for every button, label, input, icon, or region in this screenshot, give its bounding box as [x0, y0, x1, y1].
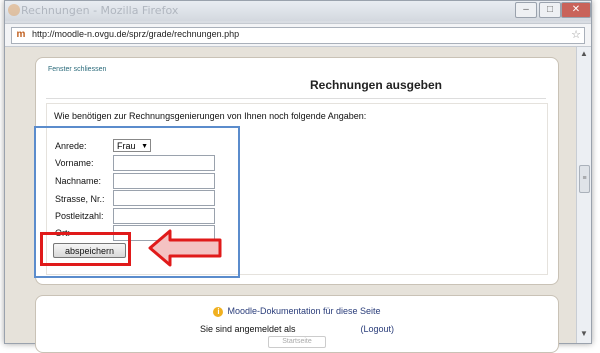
moodle-site-icon: m — [16, 29, 26, 40]
vertical-scrollbar[interactable]: ▲ ≡ ▼ — [576, 47, 591, 343]
scroll-down-icon[interactable]: ▼ — [577, 329, 591, 341]
close-button[interactable]: ✕ — [561, 2, 591, 18]
plz-field[interactable] — [113, 208, 215, 224]
moodle-docs-link[interactable]: Moodle-Dokumentation für diese Seite — [227, 306, 380, 316]
page-title: Rechnungen ausgeben — [309, 78, 443, 92]
anrede-select-value: Frau — [117, 141, 136, 151]
home-button[interactable]: Startseite — [268, 336, 326, 348]
scroll-thumb[interactable]: ≡ — [579, 165, 590, 193]
redacted-username — [298, 325, 359, 335]
bookmark-star-icon[interactable]: ☆ — [571, 28, 581, 41]
info-icon: i — [213, 306, 224, 317]
firefox-icon — [8, 4, 20, 16]
strasse-label: Strasse, Nr.: — [55, 194, 105, 204]
save-button[interactable]: abspeichern — [53, 243, 126, 258]
login-info: Sie sind angemeldet als (Logout) — [36, 324, 558, 335]
maximize-button[interactable]: □ — [539, 2, 561, 18]
close-window-link[interactable]: Fenster schliessen — [48, 66, 106, 73]
plz-label: Postleitzahl: — [55, 211, 104, 221]
nachname-field[interactable] — [113, 173, 215, 189]
intro-text: Wie benötigen zur Rechnungsgenierungen v… — [54, 111, 367, 121]
logged-in-text: Sie sind angemeldet als — [199, 324, 296, 334]
anrede-select[interactable]: Frau ▼ — [113, 139, 151, 152]
address-bar: m http://moodle-n.ovgu.de/sprz/grade/rec… — [5, 23, 591, 47]
logout-link[interactable]: (Logout) — [361, 324, 395, 334]
strasse-field[interactable] — [113, 190, 215, 206]
arrow-left-icon — [148, 229, 222, 267]
title-bar: Rechnungen - Mozilla Firefox – □ ✕ — [5, 1, 591, 21]
docs-link-row: i Moodle-Dokumentation für diese Seite — [36, 306, 558, 317]
vorname-label: Vorname: — [55, 158, 94, 168]
footer-panel: i Moodle-Dokumentation für diese Seite Si… — [35, 295, 559, 353]
scroll-up-icon[interactable]: ▲ — [577, 49, 591, 61]
url-text[interactable]: http://moodle-n.ovgu.de/sprz/grade/rechn… — [32, 29, 239, 39]
nachname-label: Nachname: — [55, 176, 102, 186]
vorname-field[interactable] — [113, 155, 215, 171]
url-input[interactable]: m http://moodle-n.ovgu.de/sprz/grade/rec… — [11, 27, 585, 44]
window-title: Rechnungen - Mozilla Firefox — [21, 4, 179, 17]
divider — [46, 98, 546, 99]
minimize-button[interactable]: – — [515, 2, 537, 18]
chevron-down-icon: ▼ — [141, 143, 148, 150]
anrede-label: Anrede: — [55, 141, 87, 151]
page-heading-row: Rechnungen ausgeben — [46, 78, 546, 92]
